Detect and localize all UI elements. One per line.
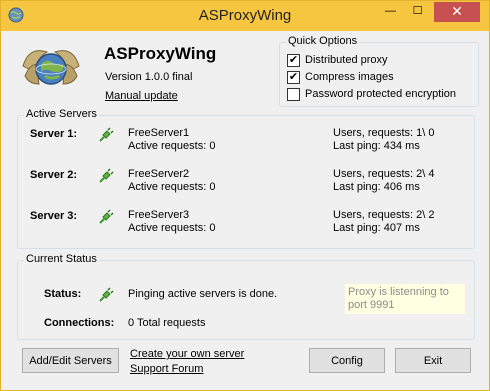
server-label: Server 1: <box>30 128 78 140</box>
server-label: Server 3: <box>30 210 78 222</box>
title-bar[interactable]: ASProxyWing — ☐ ✕ <box>1 1 489 31</box>
server-last-ping: Last ping: 407 ms <box>333 222 420 234</box>
current-status-group: Current Status Status: Pinging active se… <box>17 253 475 340</box>
exit-button[interactable]: Exit <box>395 348 471 373</box>
server-users-requests: Users, requests: 2\ 4 <box>333 168 435 180</box>
config-button[interactable]: Config <box>309 348 385 373</box>
server-last-ping: Last ping: 406 ms <box>333 181 420 193</box>
quick-options-group: Quick Options ✔ Distributed proxy ✔ Comp… <box>279 35 479 107</box>
add-edit-servers-button[interactable]: Add/Edit Servers <box>22 348 119 373</box>
server-name: FreeServer1 <box>128 127 190 139</box>
active-servers-group: Active Servers Server 1: FreeServer1 Act… <box>17 108 475 249</box>
compress-images-option[interactable]: ✔ Compress images <box>287 69 394 85</box>
option-label: Distributed proxy <box>305 54 388 66</box>
server-users-requests: Users, requests: 1\ 0 <box>333 127 435 139</box>
option-label: Compress images <box>305 71 394 83</box>
connections-text: 0 Total requests <box>128 317 206 329</box>
server-active-requests: Active requests: 0 <box>128 140 216 152</box>
current-status-title: Current Status <box>24 253 99 265</box>
server-users-requests: Users, requests: 2\ 2 <box>333 209 435 221</box>
manual-update-link[interactable]: Manual update <box>105 90 178 102</box>
maximize-button[interactable]: ☐ <box>404 2 431 22</box>
checkbox-unchecked-icon[interactable] <box>287 87 300 101</box>
server-name: FreeServer2 <box>128 168 190 180</box>
notice-line: Proxy is listenning to <box>348 286 449 298</box>
server-label: Server 2: <box>30 169 78 181</box>
close-button[interactable]: ✕ <box>434 2 480 22</box>
checkbox-checked-icon[interactable]: ✔ <box>287 70 300 84</box>
distributed-proxy-option[interactable]: ✔ Distributed proxy <box>287 52 388 68</box>
listening-notice: Proxy is listenning to port 9991 <box>345 284 465 314</box>
plug-connected-icon <box>99 168 114 183</box>
password-encryption-option[interactable]: Password protected encryption <box>287 86 456 102</box>
connections-label: Connections: <box>44 317 115 329</box>
notice-line: port 9991 <box>348 299 395 311</box>
server-last-ping: Last ping: 434 ms <box>333 140 420 152</box>
checkbox-checked-icon[interactable]: ✔ <box>287 53 300 67</box>
server-active-requests: Active requests: 0 <box>128 181 216 193</box>
plug-connected-icon <box>99 209 114 224</box>
create-server-link[interactable]: Create your own server <box>130 348 244 360</box>
option-label: Password protected encryption <box>305 88 457 100</box>
server-active-requests: Active requests: 0 <box>128 222 216 234</box>
winged-globe-logo-icon <box>22 50 80 85</box>
client-area: ASProxyWing Version 1.0.0 final Manual u… <box>9 31 483 385</box>
version-label: Version 1.0.0 final <box>105 71 193 83</box>
active-servers-title: Active Servers <box>24 108 99 120</box>
status-label: Status: <box>44 288 82 300</box>
support-forum-link[interactable]: Support Forum <box>130 363 203 375</box>
plug-connected-icon <box>99 127 114 142</box>
app-window: ASProxyWing — ☐ ✕ ASProxyWing Version 1.… <box>0 0 490 391</box>
minimize-button[interactable]: — <box>377 2 404 22</box>
quick-options-title: Quick Options <box>286 35 360 47</box>
server-name: FreeServer3 <box>128 209 190 221</box>
app-name: ASProxyWing <box>104 44 217 63</box>
status-text: Pinging active servers is done. <box>128 288 278 300</box>
plug-connected-icon <box>99 287 114 302</box>
